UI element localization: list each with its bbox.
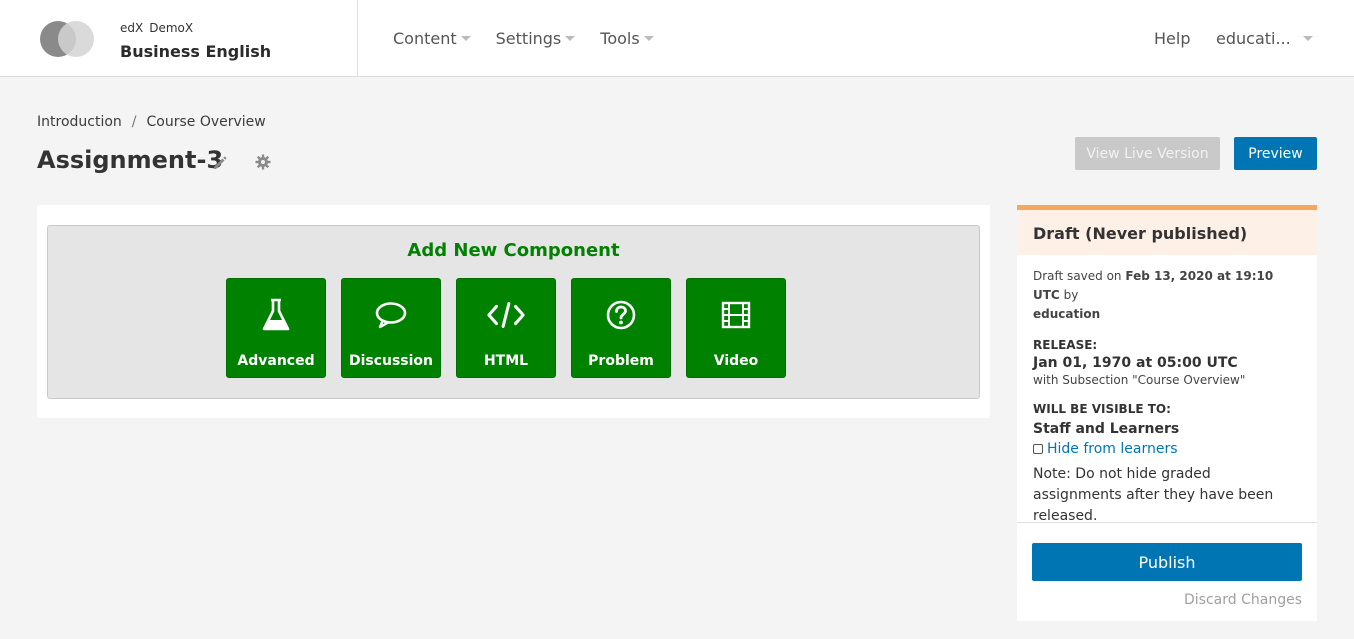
add-component-panel: Add New Component Advanced Discussion HT… — [47, 225, 980, 399]
status-details: Draft saved on Feb 13, 2020 at 19:10 UTC… — [1017, 255, 1317, 527]
course-brand[interactable]: edX DemoX Business English — [0, 0, 358, 77]
add-video-label: Video — [713, 353, 759, 369]
course-org-run: edX DemoX — [120, 21, 199, 35]
question-circle-icon — [606, 300, 636, 330]
add-advanced-button[interactable]: Advanced — [226, 278, 326, 378]
hide-from-learners-toggle[interactable]: Hide from learners — [1033, 441, 1301, 457]
breadcrumb: Introduction / Course Overview — [37, 114, 266, 130]
component-buttons: Advanced Discussion HTML Problem Video — [226, 278, 801, 378]
add-video-button[interactable]: Video — [686, 278, 786, 378]
draft-saved-info: Draft saved on Feb 13, 2020 at 19:10 UTC… — [1033, 267, 1301, 324]
nav-tools-label: Tools — [600, 29, 640, 48]
unit-content: Add New Component Advanced Discussion HT… — [37, 205, 990, 418]
saved-by: education — [1033, 307, 1101, 321]
preview-button[interactable]: Preview — [1234, 137, 1317, 170]
chevron-down-icon — [565, 36, 576, 41]
status-title: Draft (Never published) — [1017, 210, 1317, 255]
release-date: Jan 01, 1970 at 05:00 UTC — [1033, 355, 1238, 371]
pencil-icon[interactable] — [211, 154, 229, 172]
add-advanced-label: Advanced — [237, 353, 315, 369]
add-html-label: HTML — [483, 353, 529, 369]
course-name[interactable]: Business English — [120, 42, 271, 61]
visible-to: Staff and Learners — [1033, 421, 1180, 437]
user-menu[interactable]: educati... — [1216, 29, 1313, 48]
top-header: edX DemoX Business English Content Settin… — [0, 0, 1354, 77]
nav-content-label: Content — [393, 29, 457, 48]
add-discussion-button[interactable]: Discussion — [341, 278, 441, 378]
course-org: edX — [120, 21, 144, 35]
discard-changes-link[interactable]: Discard Changes — [1184, 592, 1302, 608]
breadcrumb-subsection[interactable]: Course Overview — [147, 114, 266, 130]
add-component-title: Add New Component — [407, 240, 620, 261]
main-nav: Content Settings Tools — [393, 29, 679, 48]
gear-icon[interactable] — [254, 153, 272, 171]
chevron-down-icon — [643, 36, 654, 41]
page-title: Assignment-3 — [37, 146, 224, 174]
add-discussion-label: Discussion — [348, 353, 434, 369]
release-label: RELEASE: — [1033, 338, 1098, 352]
film-icon — [721, 301, 751, 329]
hide-checkbox[interactable] — [1033, 444, 1043, 454]
saved-prefix: Draft saved on — [1033, 269, 1122, 283]
view-live-button[interactable]: View Live Version — [1075, 137, 1220, 170]
add-html-button[interactable]: HTML — [456, 278, 556, 378]
publish-button[interactable]: Publish — [1032, 543, 1302, 581]
code-icon — [487, 302, 525, 328]
speech-bubble-icon — [375, 302, 407, 329]
add-problem-button[interactable]: Problem — [571, 278, 671, 378]
help-link[interactable]: Help — [1154, 29, 1190, 48]
chevron-down-icon — [460, 36, 471, 41]
add-problem-label: Problem — [588, 353, 654, 369]
nav-tools[interactable]: Tools — [600, 29, 654, 48]
hide-note: Note: Do not hide graded assignments aft… — [1033, 466, 1274, 524]
breadcrumb-separator: / — [131, 114, 137, 130]
user-name: educati... — [1216, 29, 1291, 48]
chevron-down-icon — [1302, 36, 1313, 41]
course-run: DemoX — [149, 21, 194, 35]
nav-content[interactable]: Content — [393, 29, 471, 48]
breadcrumb-section[interactable]: Introduction — [37, 114, 122, 130]
hide-from-learners-label[interactable]: Hide from learners — [1047, 441, 1178, 457]
publish-status-sidebar: Draft (Never published) Draft saved on F… — [1017, 205, 1317, 621]
release-with: with Subsection "Course Overview" — [1033, 373, 1246, 387]
sidebar-divider — [1017, 522, 1317, 523]
flask-icon — [262, 298, 290, 331]
saved-by-prefix: by — [1063, 288, 1079, 302]
visible-label: WILL BE VISIBLE TO: — [1033, 402, 1171, 416]
nav-settings-label: Settings — [495, 29, 562, 48]
edx-logo[interactable] — [40, 21, 96, 57]
nav-settings[interactable]: Settings — [496, 29, 576, 48]
